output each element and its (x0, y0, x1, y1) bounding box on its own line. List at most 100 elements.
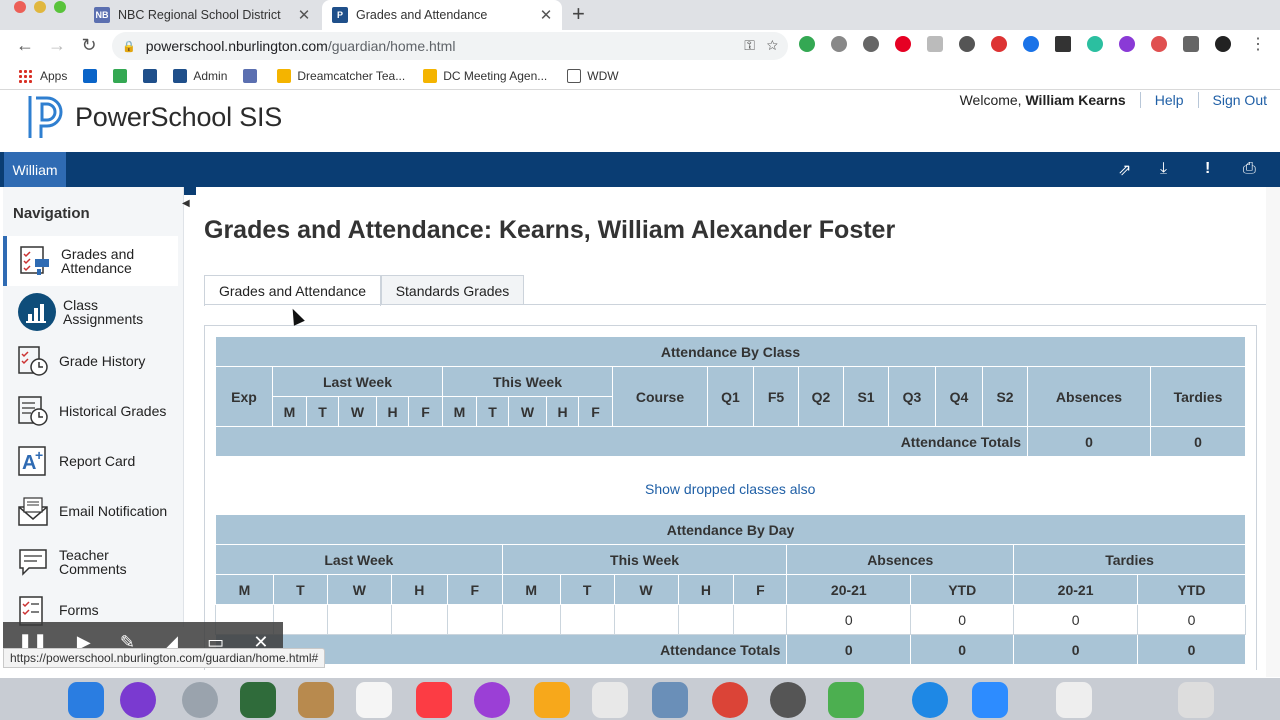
browser-tab-grades[interactable]: P Grades and Attendance ✕ (322, 0, 562, 30)
col-day: W (508, 396, 547, 427)
collapse-arrow-icon[interactable]: ◀ (182, 198, 190, 209)
safari-icon[interactable] (912, 682, 948, 718)
profile-avatar-icon[interactable] (1215, 36, 1231, 52)
sign-out-link[interactable]: Sign Out (1213, 92, 1267, 108)
eyedropper-extension-icon[interactable] (863, 36, 879, 52)
powerschool-bookmark-icon[interactable] (143, 68, 158, 83)
address-bar[interactable]: 🔒 powerschool.nburlington.com/guardian/h… (112, 32, 788, 60)
new-tab-plus-icon[interactable]: + (572, 2, 585, 26)
col-day: T (306, 396, 339, 427)
bookmark-wdw[interactable]: WDW (567, 68, 619, 83)
maps-icon[interactable] (828, 682, 864, 718)
nav-item-grade-history[interactable]: Grade History (3, 340, 178, 382)
download-icon[interactable]: ⤓ (1160, 160, 1167, 178)
finder-icon[interactable] (68, 682, 104, 718)
kebab-menu-icon[interactable]: ⋮ (1250, 34, 1266, 54)
podcasts-icon[interactable] (474, 682, 510, 718)
extension-icon[interactable] (1055, 36, 1071, 52)
extension-icon[interactable] (1023, 36, 1039, 52)
col-day: F (446, 574, 503, 605)
siri-icon[interactable] (120, 682, 156, 718)
extension-icon[interactable] (831, 36, 847, 52)
key-star-icons[interactable]: ⚿ ☆ (744, 37, 778, 54)
back-arrow-icon[interactable]: ← (14, 34, 36, 56)
tab-standards-grades[interactable]: Standards Grades (381, 275, 524, 305)
alert-icon[interactable]: ! (1205, 160, 1210, 178)
col-term: Q4 (935, 366, 983, 427)
nav-item-historical-grades[interactable]: Historical Grades (3, 390, 178, 432)
preview-icon[interactable] (652, 682, 688, 718)
app-icon[interactable] (240, 682, 276, 718)
col-last-week: Last Week (215, 544, 503, 575)
chrome-icon[interactable] (712, 682, 748, 718)
col-year: YTD (1137, 574, 1246, 605)
zoom-icon[interactable] (972, 682, 1008, 718)
lock-icon: 🔒 (122, 40, 136, 53)
calendar-icon[interactable] (356, 682, 392, 718)
powerschool-header: PowerSchool SIS Welcome, William Kearns … (0, 90, 1280, 152)
window-minimize-button[interactable] (34, 1, 46, 13)
extension-icon[interactable] (991, 36, 1007, 52)
col-day: F (733, 574, 788, 605)
drive-extension-icon[interactable] (799, 36, 815, 52)
col-day: M (442, 396, 477, 427)
photos-icon[interactable] (592, 682, 628, 718)
navigation-sidebar: Navigation Grades and Attendance Class A… (3, 187, 184, 627)
extension-icon[interactable] (927, 36, 943, 52)
close-icon[interactable]: ✕ (536, 6, 556, 24)
collapse-handle[interactable] (184, 187, 196, 195)
help-link[interactable]: Help (1155, 92, 1184, 108)
window-close-button[interactable] (14, 1, 26, 13)
col-absences: Absences (786, 544, 1015, 575)
window-zoom-button[interactable] (54, 1, 66, 13)
bookmark-apps[interactable]: Apps (18, 68, 67, 83)
drive-bookmark-icon[interactable] (113, 68, 128, 83)
bookmark-dreamcatcher[interactable]: Dreamcatcher Tea... (277, 68, 406, 83)
col-day: T (476, 396, 509, 427)
bookmark-label: Dreamcatcher Tea... (297, 68, 406, 83)
browser-tab-district[interactable]: NB NBC Regional School District ✕ (84, 0, 320, 30)
nav-item-teacher-comments[interactable]: Teacher Comments (3, 541, 178, 583)
close-icon[interactable]: ✕ (294, 6, 314, 24)
extension-icon[interactable] (1151, 36, 1167, 52)
tab-title: NBC Regional School District (118, 8, 281, 22)
music-icon[interactable] (416, 682, 452, 718)
nav-item-report-card[interactable]: A + Report Card (3, 442, 178, 480)
app-icon[interactable] (298, 682, 334, 718)
launchpad-icon[interactable] (182, 682, 218, 718)
col-day: W (326, 574, 392, 605)
pinterest-extension-icon[interactable] (895, 36, 911, 52)
tab-grades-and-attendance[interactable]: Grades and Attendance (204, 275, 381, 306)
bookmark-dc-meeting[interactable]: DC Meeting Agen... (423, 68, 547, 83)
bookmarks-bar: Apps Admin Dreamcatcher Tea... DC Meetin… (0, 62, 1280, 90)
col-day: H (677, 574, 735, 605)
col-absences: Absences (1027, 366, 1151, 427)
nav-item-grades-and-attendance[interactable]: Grades and Attendance (3, 236, 178, 286)
trash-icon[interactable] (1178, 682, 1214, 718)
settings-icon[interactable] (770, 682, 806, 718)
student-tab-william[interactable]: William (4, 152, 66, 187)
col-day: T (559, 574, 615, 605)
page-scrollbar[interactable] (1266, 187, 1280, 677)
show-dropped-classes-link[interactable]: Show dropped classes also (645, 481, 815, 497)
extension-icon[interactable] (1119, 36, 1135, 52)
extension-icon[interactable] (959, 36, 975, 52)
puzzle-extensions-icon[interactable] (1183, 36, 1199, 52)
forward-arrow-icon[interactable]: → (46, 34, 68, 56)
extension-icon[interactable] (1087, 36, 1103, 52)
reload-icon[interactable]: ↻ (78, 34, 100, 56)
nav-item-class-assignments[interactable]: Class Assignments (3, 288, 178, 336)
outlook-bookmark-icon[interactable] (83, 68, 98, 83)
printer-icon[interactable]: ⎙ (1243, 160, 1256, 178)
navigation-heading: Navigation (13, 205, 90, 222)
nav-item-email-notification[interactable]: Email Notification (3, 490, 178, 532)
open-external-icon[interactable]: ⇗ (1118, 160, 1131, 180)
powerschool-logo-icon (28, 96, 63, 138)
books-icon[interactable] (534, 682, 570, 718)
nav-label: Teacher Comments (59, 547, 127, 577)
app-icon[interactable] (1056, 682, 1092, 718)
nb-bookmark-icon[interactable] (243, 68, 258, 83)
col-term: Q1 (707, 366, 754, 427)
bookmark-admin[interactable]: Admin (173, 68, 227, 83)
table-caption: Attendance By Class (215, 336, 1246, 367)
